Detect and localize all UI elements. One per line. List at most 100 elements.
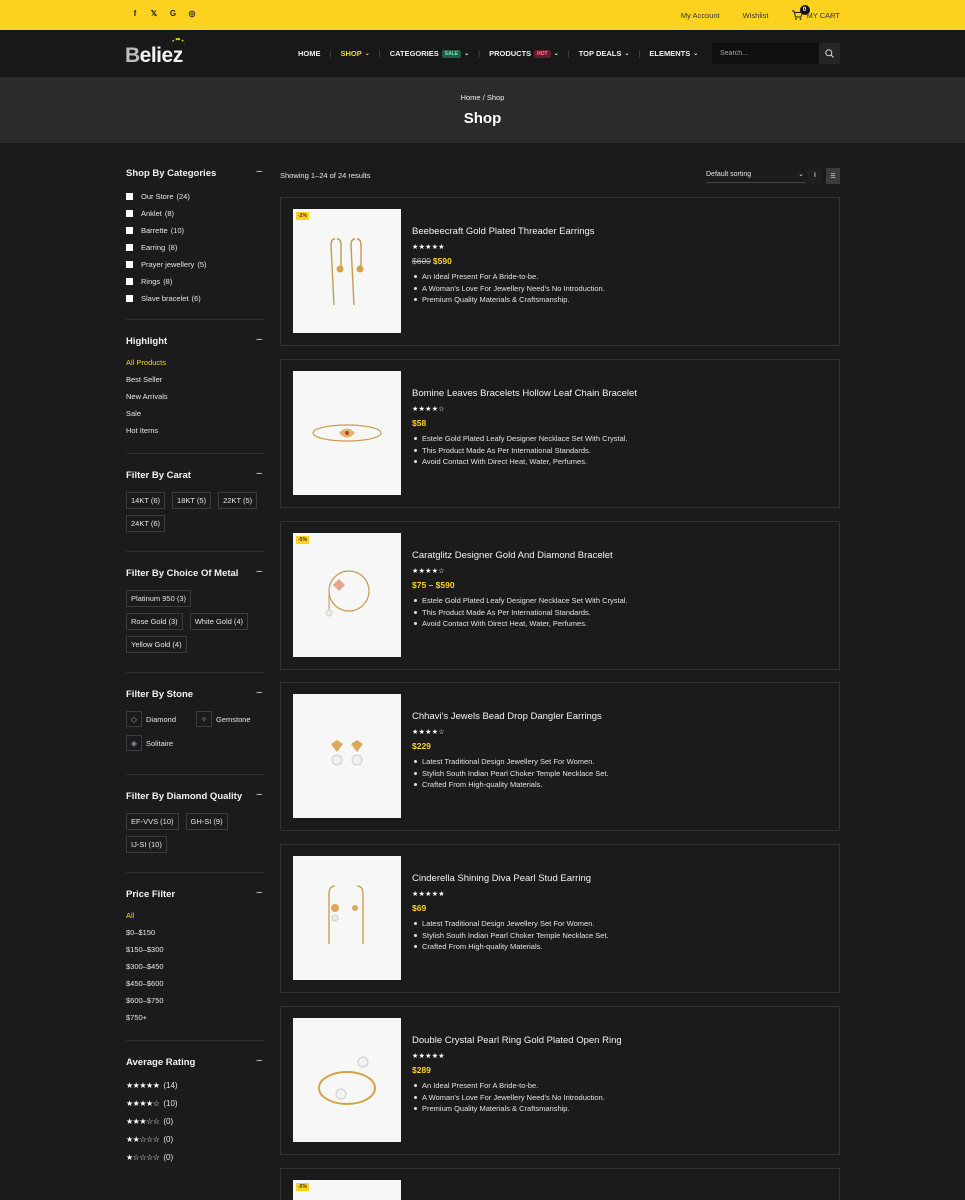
category-item[interactable]: Rings (8) <box>126 273 264 290</box>
product-image[interactable] <box>293 371 401 495</box>
highlight-all-products[interactable]: All Products <box>126 354 264 371</box>
section-title[interactable]: Shop By Categories – <box>126 166 264 182</box>
breadcrumb-home[interactable]: Home <box>461 93 481 102</box>
highlight-best-seller[interactable]: Best Seller <box>126 371 264 388</box>
collapse-icon[interactable]: – <box>256 789 262 800</box>
product-image[interactable]: -5% <box>293 533 401 657</box>
product-card[interactable]: -2% Beebeecraft Gold Plated Threader Ear… <box>280 197 840 346</box>
wishlist-link[interactable]: Wishlist <box>743 11 769 20</box>
product-card[interactable]: Chhavi's Jewels Bead Drop Dangler Earrin… <box>280 682 840 831</box>
section-title[interactable]: Filter By Stone – <box>126 687 264 703</box>
collapse-icon[interactable]: – <box>256 468 262 479</box>
product-card[interactable]: Bomine Leaves Bracelets Hollow Leaf Chai… <box>280 359 840 508</box>
facebook-icon[interactable]: f <box>130 9 140 18</box>
product-image[interactable]: -2% <box>293 209 401 333</box>
product-image[interactable] <box>293 1018 401 1142</box>
product-card[interactable]: Cinderella Shining Diva Pearl Stud Earri… <box>280 844 840 993</box>
product-card[interactable]: -5% <box>280 1168 840 1200</box>
checkbox[interactable] <box>126 193 133 200</box>
section-title[interactable]: Filter By Choice Of Metal – <box>126 566 264 582</box>
price-option[interactable]: All <box>126 907 264 924</box>
category-item[interactable]: Slave bracelet (6) <box>126 290 264 307</box>
collapse-icon[interactable]: – <box>256 166 262 177</box>
quality-chip[interactable]: GH-SI (9) <box>185 813 228 830</box>
checkbox[interactable] <box>126 295 133 302</box>
logo[interactable]: Beliez <box>125 38 185 68</box>
nav-categories[interactable]: CATEGORIES SALE ⌄ <box>390 49 469 58</box>
section-title[interactable]: Filter By Diamond Quality – <box>126 789 264 805</box>
category-item[interactable]: Prayer jewellery (5) <box>126 256 264 273</box>
quality-chip[interactable]: EF-VVS (10) <box>126 813 179 830</box>
price-option[interactable]: $0–$150 <box>126 924 264 941</box>
product-image[interactable] <box>293 694 401 818</box>
nav-elements[interactable]: ELEMENTS ⌄ <box>649 49 698 58</box>
rating-option[interactable]: ★★☆☆☆ (0) <box>126 1131 264 1149</box>
grid-view-button[interactable]: ⦀ <box>808 168 822 184</box>
rating-option[interactable]: ★★★★★ (14) <box>126 1077 264 1095</box>
stone-diamond[interactable]: ◇ Diamond <box>126 711 184 727</box>
product-name[interactable]: Cinderella Shining Diva Pearl Stud Earri… <box>412 873 822 884</box>
checkbox[interactable] <box>126 261 133 268</box>
category-item[interactable]: Our Store (24) <box>126 188 264 205</box>
quality-chip[interactable]: IJ-SI (10) <box>126 836 167 853</box>
product-name[interactable]: Chhavi's Jewels Bead Drop Dangler Earrin… <box>412 711 822 722</box>
category-item[interactable]: Barrette (10) <box>126 222 264 239</box>
cart-button[interactable]: 0 MY CART <box>791 5 840 20</box>
collapse-icon[interactable]: – <box>256 1055 262 1066</box>
product-card[interactable]: Double Crystal Pearl Ring Gold Plated Op… <box>280 1006 840 1155</box>
instagram-icon[interactable]: ◎ <box>187 9 197 18</box>
carat-chip[interactable]: 24KT (6) <box>126 515 166 532</box>
metal-chip[interactable]: Rose Gold (3) <box>126 613 183 630</box>
metal-chip[interactable]: White Gold (4) <box>189 613 249 630</box>
price-option[interactable]: $750+ <box>126 1009 264 1026</box>
category-item[interactable]: Earring (8) <box>126 239 264 256</box>
product-name[interactable]: Double Crystal Pearl Ring Gold Plated Op… <box>412 1035 822 1046</box>
product-image[interactable] <box>293 856 401 980</box>
sort-select[interactable]: Default sorting ⌄ <box>706 168 806 183</box>
price-option[interactable]: $450–$600 <box>126 975 264 992</box>
checkbox[interactable] <box>126 244 133 251</box>
checkbox[interactable] <box>126 210 133 217</box>
highlight-hot-items[interactable]: Hot Items <box>126 422 264 439</box>
carat-chip[interactable]: 18KT (5) <box>172 492 212 509</box>
checkbox[interactable] <box>126 278 133 285</box>
x-icon[interactable]: 𝕏 <box>149 9 159 18</box>
product-name[interactable]: Beebeecraft Gold Plated Threader Earring… <box>412 226 822 237</box>
search-input[interactable] <box>712 43 817 64</box>
metal-chip[interactable]: Platinum 950 (3) <box>126 590 192 607</box>
product-image[interactable]: -5% <box>293 1180 401 1200</box>
section-title[interactable]: Price Filter – <box>126 887 264 903</box>
stone-gemstone[interactable]: ✧ Gemstone <box>196 711 254 727</box>
product-name[interactable]: Bomine Leaves Bracelets Hollow Leaf Chai… <box>412 388 822 399</box>
product-name[interactable]: Caratglitz Designer Gold And Diamond Bra… <box>412 550 822 561</box>
price-option[interactable]: $150–$300 <box>126 941 264 958</box>
section-title[interactable]: Filter By Carat – <box>126 468 264 484</box>
section-title[interactable]: Highlight – <box>126 334 264 350</box>
product-card[interactable]: -5% Caratglitz Designer Gold And Diamond… <box>280 521 840 670</box>
rating-option[interactable]: ★☆☆☆☆ (0) <box>126 1149 264 1167</box>
collapse-icon[interactable]: – <box>256 566 262 577</box>
price-option[interactable]: $300–$450 <box>126 958 264 975</box>
collapse-icon[interactable]: – <box>256 687 262 698</box>
rating-option[interactable]: ★★★☆☆ (0) <box>126 1113 264 1131</box>
nav-home[interactable]: HOME <box>298 49 321 58</box>
highlight-new-arrivals[interactable]: New Arrivals <box>126 388 264 405</box>
highlight-sale[interactable]: Sale <box>126 405 264 422</box>
category-item[interactable]: Anklet (8) <box>126 205 264 222</box>
collapse-icon[interactable]: – <box>256 334 262 345</box>
search-button[interactable] <box>819 43 840 64</box>
my-account-link[interactable]: My Account <box>681 11 720 20</box>
list-view-button[interactable]: ☰ <box>826 168 840 184</box>
price-option[interactable]: $600–$750 <box>126 992 264 1009</box>
metal-chip[interactable]: Yellow Gold (4) <box>126 636 187 653</box>
checkbox[interactable] <box>126 227 133 234</box>
nav-top-deals[interactable]: TOP DEALS ⌄ <box>579 49 630 58</box>
nav-products[interactable]: PRODUCTS HOT ⌄ <box>489 49 559 58</box>
google-icon[interactable]: G <box>168 9 178 18</box>
rating-option[interactable]: ★★★★☆ (10) <box>126 1095 264 1113</box>
stone-solitaire[interactable]: ◈ Solitaire <box>126 735 184 751</box>
section-title[interactable]: Average Rating – <box>126 1055 264 1071</box>
carat-chip[interactable]: 22KT (5) <box>218 492 258 509</box>
collapse-icon[interactable]: – <box>256 887 262 898</box>
nav-shop[interactable]: SHOP ⌄ <box>340 49 369 58</box>
